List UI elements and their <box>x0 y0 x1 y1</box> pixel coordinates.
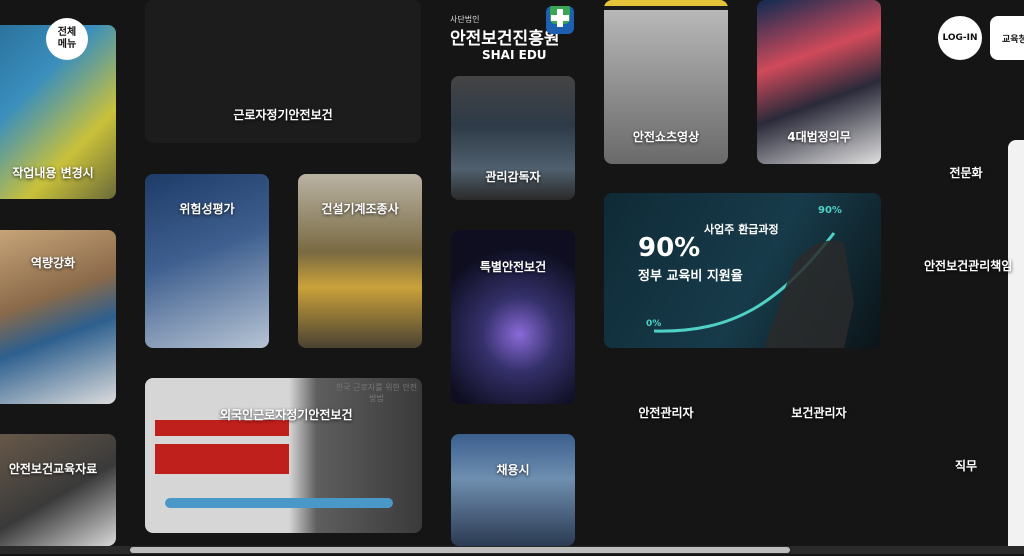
slide-red-box <box>155 444 289 474</box>
tile-label: 안전보건관리책임 <box>924 258 1013 273</box>
tile-label: 직무 <box>954 458 978 473</box>
tile-label: 건설기계조종사 <box>321 201 399 216</box>
tile-image <box>0 434 116 546</box>
tile-label: 근로자정기안전보건 <box>233 108 333 122</box>
tile-safety-materials[interactable]: 안전보건교육자료 <box>0 434 116 546</box>
tile-health-manager[interactable]: 보건관리자 <box>757 378 881 446</box>
horizontal-scrollbar-thumb[interactable] <box>130 547 790 553</box>
education-button[interactable]: 교육청 <box>990 16 1024 60</box>
tile-job[interactable]: 직무 <box>910 430 1024 500</box>
tile-four-laws[interactable]: 4대법정의무 <box>757 0 881 164</box>
tile-label: 안전쇼츠영상 <box>632 129 700 144</box>
tile-safety-manager[interactable]: 안전관리자 <box>604 378 728 446</box>
tile-label: 안전관리자 <box>638 405 694 420</box>
tile-label: 역량강화 <box>30 255 76 270</box>
tile-label: 특별안전보건 <box>479 259 547 274</box>
logo-main-text: 안전보건진흥원 <box>450 29 560 49</box>
tile-label: 안전보건교육자료 <box>8 461 98 476</box>
tile-safety-health-officer[interactable]: 안전보건관리책임 <box>910 230 1024 300</box>
tile-specialization[interactable]: 전문화 <box>910 140 1024 204</box>
tile-foreign-worker[interactable]: 한국 근로자를 위한 안전 방법 외국인근로자정기안전보건 <box>145 378 422 533</box>
tile-special-safety[interactable]: 특별안전보건 <box>451 230 575 404</box>
side-panel-edge[interactable] <box>1008 140 1024 546</box>
promo-banner-refund[interactable]: 사업주 환급과정 90% 정부 교육비 지원율 0% 90% <box>604 193 881 348</box>
promo-subtitle: 정부 교육비 지원율 <box>638 269 743 284</box>
tile-hiring[interactable]: 채용시 <box>451 434 575 546</box>
tile-risk-assessment[interactable]: 위험성평가 <box>145 174 269 348</box>
site-logo[interactable]: 사단법인 안전보건진흥원 SHAI EDU <box>450 6 580 64</box>
tile-label: 외국인근로자정기안전보건 <box>220 408 353 422</box>
all-menu-button[interactable]: 전체 메뉴 <box>46 18 88 60</box>
tile-image <box>451 434 575 546</box>
tile-label: 채용시 <box>496 462 530 477</box>
promo-title: 사업주 환급과정 <box>704 223 779 236</box>
tile-capacity[interactable]: 역량강화 <box>0 230 116 404</box>
slide-blue-bar <box>165 498 393 508</box>
tile-supervisor[interactable]: 관리감독자 <box>451 76 575 200</box>
tile-label: 전문화 <box>949 165 983 180</box>
tile-construction-machine[interactable]: 건설기계조종사 <box>298 174 422 348</box>
tile-label: 작업내용 변경시 <box>12 165 94 180</box>
tile-label: 관리감독자 <box>485 169 541 184</box>
tile-label: 보건관리자 <box>791 405 847 420</box>
logo-cross-icon <box>546 6 574 34</box>
login-button[interactable]: LOG-IN <box>938 16 982 60</box>
curve-start-label: 0% <box>646 319 662 329</box>
tile-regular-worker[interactable]: 근로자정기안전보건 <box>145 0 421 143</box>
logo-sub-text: SHAI EDU <box>482 48 547 62</box>
tile-label: 4대법정의무 <box>787 129 851 144</box>
promo-big-number: 90% <box>638 233 701 263</box>
tile-image <box>451 230 575 404</box>
slide-heading: 한국 근로자를 위한 안전 방법 <box>335 383 418 403</box>
curve-end-label: 90% <box>818 205 842 216</box>
tile-label: 위험성평가 <box>179 201 235 216</box>
tile-safety-short-video[interactable]: 안전쇼츠영상 <box>604 0 728 164</box>
